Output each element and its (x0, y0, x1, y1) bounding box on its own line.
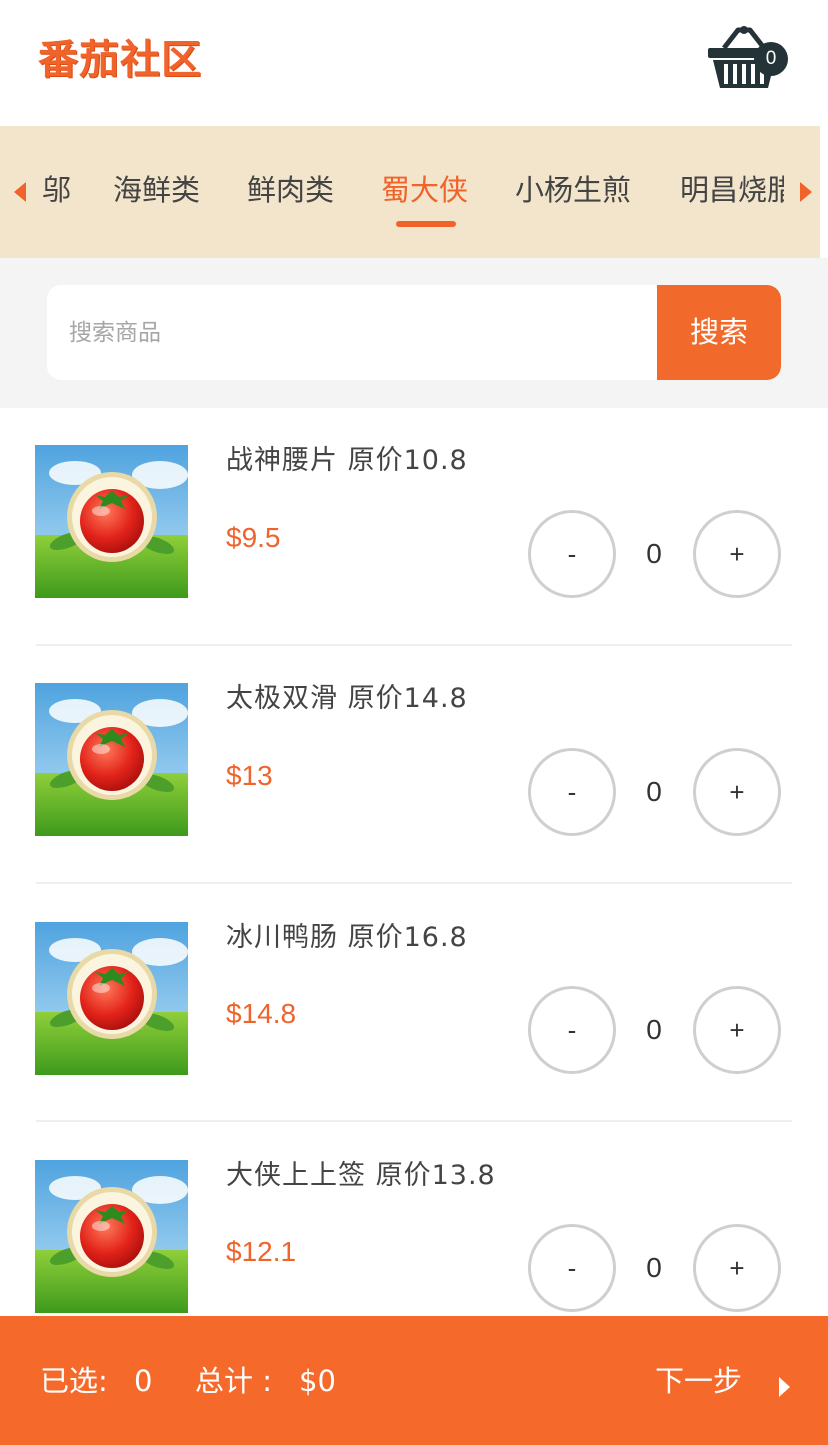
search-button[interactable]: 搜索 (657, 285, 781, 380)
checkout-bar: 已选: 0 总计 : $0 下一步 (0, 1316, 828, 1445)
product-item: 冰川鸭肠 原价16.8 $14.8 - 0 + (0, 884, 828, 1122)
app-logo[interactable]: 番茄社区 (38, 34, 202, 86)
caret-right-icon[interactable] (800, 182, 812, 202)
tab-category-mingchang[interactable]: 明昌烧腊 (680, 170, 784, 210)
tomato-icon (35, 922, 188, 1075)
quantity-value: 0 (646, 1252, 662, 1283)
tab-category-seafood[interactable]: 海鲜类 (113, 170, 200, 210)
increase-quantity-button[interactable]: + (693, 1224, 781, 1312)
product-item: 太极双滑 原价14.8 $13 - 0 + (0, 646, 828, 884)
tab-category-0[interactable]: 邬 (42, 170, 71, 210)
product-price: $13 (226, 760, 273, 791)
tab-category-meat[interactable]: 鲜肉类 (247, 170, 334, 210)
decrease-quantity-button[interactable]: - (528, 510, 616, 598)
search-section: 搜索 (0, 258, 828, 408)
tab-category-shudaxia[interactable]: 蜀大侠 (381, 170, 468, 210)
product-price: $14.8 (226, 998, 297, 1029)
category-scroll[interactable]: 邬 海鲜类 鲜肉类 蜀大侠 小杨生煎 明昌烧腊 (40, 126, 784, 258)
search-bar: 搜索 (47, 285, 781, 380)
next-step-button[interactable]: 下一步 (655, 1362, 742, 1400)
tomato-icon (35, 445, 188, 598)
active-tab-indicator (396, 221, 456, 227)
product-name: 大侠上上签 原价13.8 (226, 1160, 496, 1191)
selected-count: 0 (134, 1364, 153, 1398)
cart-count-badge: 0 (754, 42, 788, 76)
decrease-quantity-button[interactable]: - (528, 748, 616, 836)
selected-label: 已选: (40, 1364, 108, 1398)
tomato-icon (35, 1160, 188, 1313)
quantity-value: 0 (646, 1014, 662, 1045)
total-label: 总计 : (195, 1364, 272, 1398)
product-price: $9.5 (226, 522, 281, 553)
increase-quantity-button[interactable]: + (693, 986, 781, 1074)
search-input[interactable] (47, 285, 657, 380)
quantity-value: 0 (646, 776, 662, 807)
app-header: 番茄社区 0 (0, 0, 828, 126)
total-amount: $0 (299, 1364, 336, 1398)
tab-category-xiaoyang[interactable]: 小杨生煎 (515, 170, 631, 210)
product-name: 战神腰片 原价10.8 (226, 445, 468, 476)
increase-quantity-button[interactable]: + (693, 510, 781, 598)
product-item: 大侠上上签 原价13.8 $12.1 - 0 + (0, 1122, 828, 1316)
product-name: 冰川鸭肠 原价16.8 (226, 922, 468, 953)
caret-right-icon[interactable] (779, 1377, 790, 1397)
product-item: 战神腰片 原价10.8 $9.5 - 0 + (0, 408, 828, 646)
category-tabs: 邬 海鲜类 鲜肉类 蜀大侠 小杨生煎 明昌烧腊 (0, 126, 820, 258)
product-price: $12.1 (226, 1236, 297, 1267)
quantity-value: 0 (646, 538, 662, 569)
tomato-icon (35, 683, 188, 836)
increase-quantity-button[interactable]: + (693, 748, 781, 836)
decrease-quantity-button[interactable]: - (528, 986, 616, 1074)
product-list[interactable]: 战神腰片 原价10.8 $9.5 - 0 + 太极双滑 原价14.8 $13 -… (0, 408, 828, 1316)
decrease-quantity-button[interactable]: - (528, 1224, 616, 1312)
caret-left-icon[interactable] (14, 182, 26, 202)
product-name: 太极双滑 原价14.8 (226, 683, 468, 714)
